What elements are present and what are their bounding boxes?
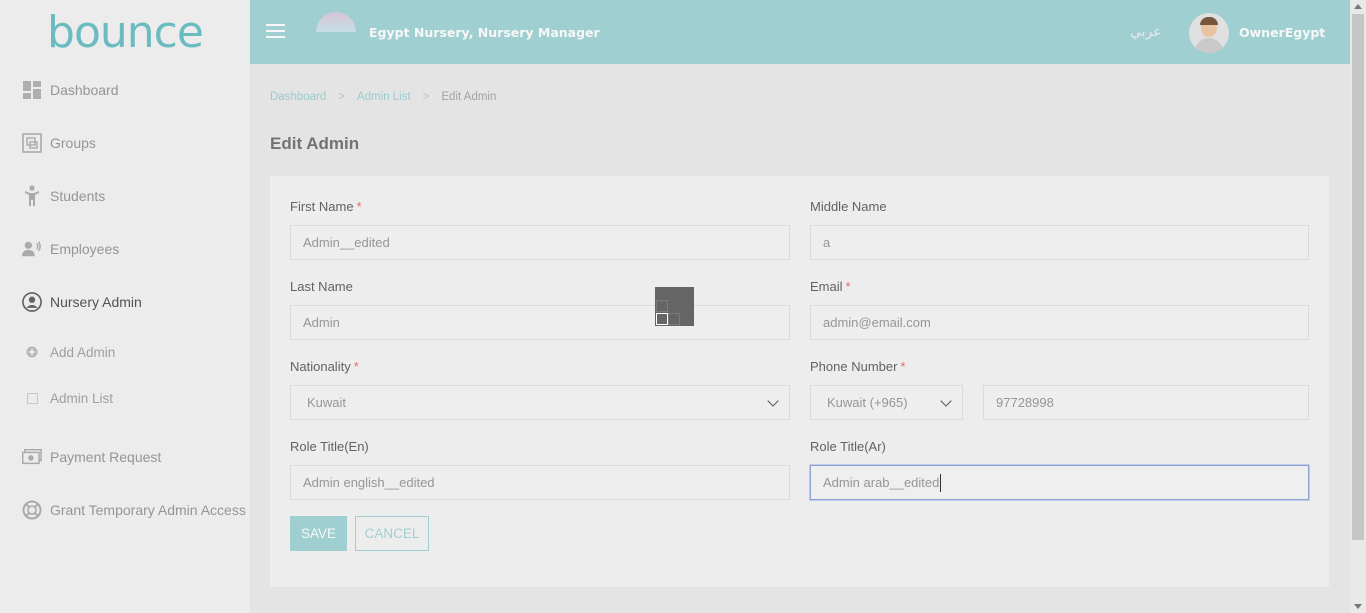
required-marker: * bbox=[356, 199, 362, 214]
required-marker: * bbox=[353, 359, 359, 374]
breadcrumb-separator: > bbox=[422, 91, 430, 103]
lifebuoy-icon bbox=[22, 500, 42, 520]
student-icon bbox=[22, 185, 42, 206]
employees-icon bbox=[22, 239, 42, 259]
first-name-label: First Name * bbox=[290, 199, 362, 214]
top-header: Egypt Nursery, Nursery Manager عربي Owne… bbox=[250, 0, 1350, 64]
first-name-label-text: First Name bbox=[290, 199, 354, 214]
chevron-down-icon bbox=[767, 394, 779, 407]
last-name-field[interactable]: Admin bbox=[290, 305, 790, 340]
last-name-label: Last Name bbox=[290, 279, 353, 294]
phone-country-value: Kuwait (+965) bbox=[827, 395, 908, 410]
brand-logo[interactable]: bounce bbox=[0, 0, 250, 64]
sidebar-item-label: Grant Temporary Admin Access bbox=[50, 502, 246, 518]
phone-number-label-text: Phone Number bbox=[810, 359, 898, 374]
square-icon bbox=[26, 392, 38, 404]
text-cursor bbox=[940, 473, 942, 492]
nursery-logo bbox=[316, 12, 356, 32]
role-title-ar-label: Role Title(Ar) bbox=[810, 439, 886, 454]
username[interactable]: OwnerEgypt bbox=[1239, 25, 1325, 40]
middle-name-field[interactable]: a bbox=[810, 225, 1309, 260]
brand-logo-text: bounce bbox=[47, 6, 204, 58]
middle-name-label-text: Middle Name bbox=[810, 199, 887, 214]
breadcrumb: Dashboard > Admin List > Edit Admin bbox=[270, 91, 496, 103]
breadcrumb-admin-list[interactable]: Admin List bbox=[357, 91, 411, 103]
scroll-down-icon[interactable] bbox=[1354, 604, 1362, 609]
user-circle-icon bbox=[22, 292, 42, 312]
sidebar-item-employees[interactable]: Employees bbox=[22, 237, 119, 261]
chevron-down-icon bbox=[940, 394, 952, 407]
middle-name-value: a bbox=[823, 235, 831, 250]
role-title-ar-field[interactable]: Admin arab__edited bbox=[810, 465, 1309, 500]
first-name-field[interactable]: Admin__edited bbox=[290, 225, 790, 260]
email-value: admin@email.com bbox=[823, 315, 931, 330]
dashboard-icon bbox=[22, 80, 42, 100]
role-title-en-value: Admin english__edited bbox=[303, 475, 435, 490]
scroll-up-icon[interactable] bbox=[1354, 4, 1362, 9]
sidebar-item-label: Add Admin bbox=[50, 344, 116, 360]
sidebar-item-add-admin[interactable]: Add Admin bbox=[26, 342, 115, 362]
page-title: Edit Admin bbox=[270, 134, 360, 153]
email-label-text: Email bbox=[810, 279, 843, 294]
sidebar-item-label: Students bbox=[50, 188, 106, 204]
sidebar-item-label: Employees bbox=[50, 241, 120, 257]
nationality-label: Nationality * bbox=[290, 359, 359, 374]
role-title-en-label-text: Role Title(En) bbox=[290, 439, 369, 454]
nationality-value: Kuwait bbox=[307, 395, 347, 410]
sidebar: bounce Dashboard Groups Students Employe… bbox=[0, 0, 250, 613]
loading-spinner-icon bbox=[655, 287, 694, 326]
breadcrumb-separator: > bbox=[338, 91, 345, 103]
sidebar-item-label: Admin List bbox=[50, 390, 114, 406]
sidebar-item-label: Nursery Admin bbox=[50, 294, 142, 310]
breadcrumb-dashboard[interactable]: Dashboard bbox=[270, 91, 326, 103]
breadcrumb-current: Edit Admin bbox=[441, 91, 497, 103]
sidebar-item-label: Dashboard bbox=[50, 82, 119, 98]
last-name-value: Admin bbox=[303, 315, 340, 330]
sidebar-item-admin-list[interactable]: Admin List bbox=[26, 388, 113, 408]
email-label: Email * bbox=[810, 279, 851, 294]
scrollbar-thumb[interactable] bbox=[1352, 14, 1364, 540]
phone-number-value: 97728998 bbox=[996, 395, 1054, 410]
required-marker: * bbox=[900, 359, 906, 374]
phone-number-field[interactable]: 97728998 bbox=[983, 385, 1309, 420]
cancel-button[interactable]: CANCEL bbox=[355, 516, 429, 551]
last-name-label-text: Last Name bbox=[290, 279, 353, 294]
role-title-en-field[interactable]: Admin english__edited bbox=[290, 465, 790, 500]
groups-icon bbox=[22, 133, 42, 153]
middle-name-label: Middle Name bbox=[810, 199, 887, 214]
plus-circle-icon bbox=[26, 346, 38, 358]
avatar[interactable] bbox=[1189, 13, 1229, 53]
sidebar-item-label: Payment Request bbox=[50, 449, 162, 465]
sidebar-item-label: Groups bbox=[50, 135, 96, 151]
role-title-ar-value: Admin arab__edited bbox=[823, 475, 940, 490]
nationality-select[interactable]: Kuwait bbox=[290, 385, 790, 420]
sidebar-item-groups[interactable]: Groups bbox=[22, 131, 96, 155]
sidebar-item-nursery-admin[interactable]: Nursery Admin bbox=[22, 290, 142, 314]
role-title-ar-label-text: Role Title(Ar) bbox=[810, 439, 886, 454]
save-button[interactable]: SAVE bbox=[290, 516, 347, 551]
phone-country-select[interactable]: Kuwait (+965) bbox=[810, 385, 963, 420]
first-name-value: Admin__edited bbox=[303, 235, 390, 250]
hamburger-icon[interactable] bbox=[266, 24, 286, 40]
sidebar-item-grant-temp-access[interactable]: Grant Temporary Admin Access bbox=[22, 498, 246, 522]
sidebar-item-payment-request[interactable]: Payment Request bbox=[22, 445, 161, 469]
page-scrollbar[interactable] bbox=[1350, 0, 1366, 613]
sidebar-item-students[interactable]: Students bbox=[22, 184, 105, 208]
role-title-en-label: Role Title(En) bbox=[290, 439, 369, 454]
phone-number-label: Phone Number * bbox=[810, 359, 906, 374]
header-title: Egypt Nursery, Nursery Manager bbox=[369, 25, 600, 40]
language-toggle[interactable]: عربي bbox=[1130, 23, 1162, 40]
nationality-label-text: Nationality bbox=[290, 359, 351, 374]
sidebar-item-dashboard[interactable]: Dashboard bbox=[22, 78, 119, 102]
money-icon bbox=[22, 447, 42, 467]
required-marker: * bbox=[845, 279, 851, 294]
email-field[interactable]: admin@email.com bbox=[810, 305, 1309, 340]
